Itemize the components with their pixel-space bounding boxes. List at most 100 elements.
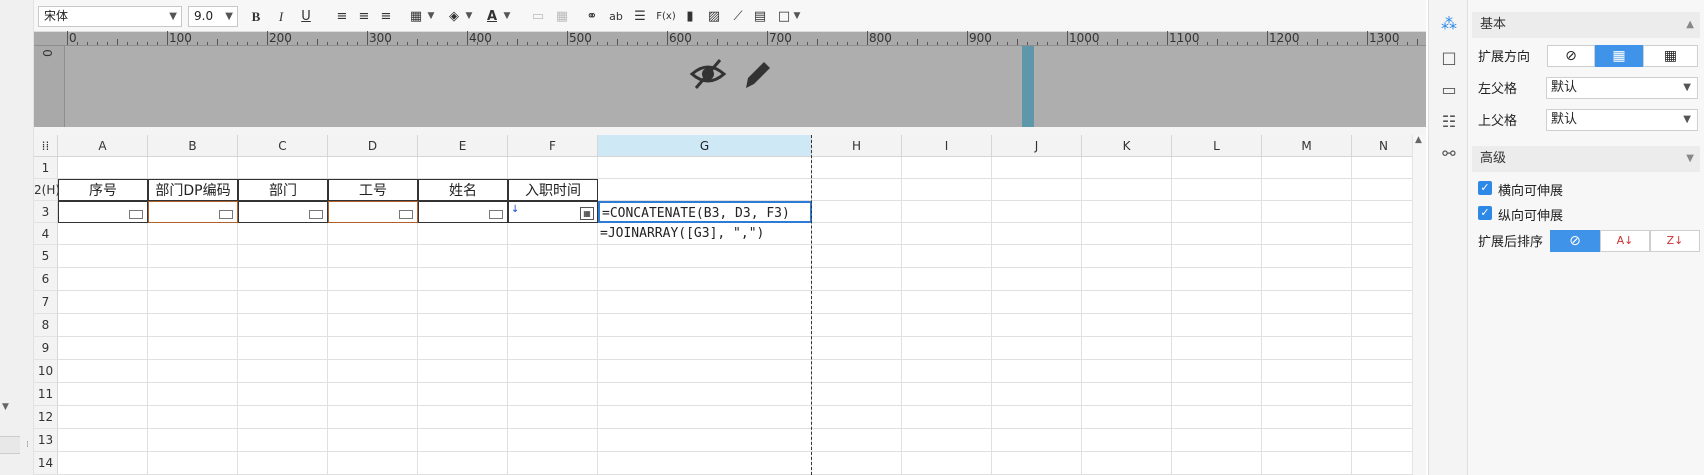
grid-cell[interactable] xyxy=(1352,268,1416,291)
grid-cell[interactable] xyxy=(812,201,902,223)
grid-cell[interactable] xyxy=(508,429,598,452)
grid-cell[interactable] xyxy=(1352,157,1416,179)
header-cell[interactable]: 部门DP编码 xyxy=(148,179,238,201)
column-header[interactable]: A xyxy=(58,135,148,157)
grid-cell[interactable] xyxy=(58,452,148,475)
chevron-down-icon[interactable]: ▼ xyxy=(464,6,474,27)
grid-cell[interactable] xyxy=(58,406,148,429)
grid-cell[interactable] xyxy=(508,452,598,475)
top-parent-select[interactable]: 默认 ▼ xyxy=(1546,109,1698,131)
grid-cell[interactable] xyxy=(1172,452,1262,475)
grid-cell[interactable] xyxy=(992,314,1082,337)
grid-cell[interactable] xyxy=(992,179,1082,201)
grid-cell[interactable] xyxy=(1262,383,1352,406)
data-cell[interactable] xyxy=(418,201,508,223)
text-tool-button[interactable]: ab xyxy=(606,6,626,27)
column-header[interactable]: J xyxy=(992,135,1082,157)
grid-cell[interactable] xyxy=(812,179,902,201)
italic-button[interactable]: I xyxy=(271,6,291,27)
formula-cell-g4[interactable]: =JOINARRAY([G3], ",") xyxy=(598,223,812,245)
border-icon[interactable]: ▦ xyxy=(406,6,426,27)
grid-cell[interactable] xyxy=(812,452,902,475)
grid-cell[interactable] xyxy=(812,223,902,245)
grid-cell[interactable] xyxy=(418,337,508,360)
row-header[interactable]: 9 xyxy=(34,337,58,360)
grid-cell[interactable] xyxy=(902,360,992,383)
chevron-down-icon[interactable]: ▼ xyxy=(792,6,802,27)
grid-cell[interactable] xyxy=(418,429,508,452)
grid-cell[interactable] xyxy=(1262,314,1352,337)
grid-cell[interactable] xyxy=(1082,157,1172,179)
grid-cell[interactable] xyxy=(508,223,598,245)
splitter-grip-icon[interactable]: ⁞ xyxy=(26,440,29,450)
grid-cell[interactable] xyxy=(1262,429,1352,452)
grid-cell[interactable] xyxy=(148,291,238,314)
grid-cell[interactable] xyxy=(812,337,902,360)
grid-cell[interactable] xyxy=(902,383,992,406)
grid-cell[interactable] xyxy=(148,223,238,245)
align-left-icon[interactable]: ≡ xyxy=(332,6,352,27)
grid-cell[interactable] xyxy=(1172,201,1262,223)
grid-cell[interactable] xyxy=(508,268,598,291)
grid-cell[interactable] xyxy=(1172,291,1262,314)
basic-section-header[interactable]: 基本 ▲ xyxy=(1472,12,1700,38)
grid-cell[interactable] xyxy=(902,157,992,179)
column-header[interactable]: D xyxy=(328,135,418,157)
grid-cell[interactable] xyxy=(598,337,812,360)
font-size-select[interactable]: 9.0 ▼ xyxy=(188,6,238,27)
data-cell[interactable] xyxy=(148,201,238,223)
grid-cell[interactable] xyxy=(1352,201,1416,223)
grid-cell[interactable] xyxy=(328,223,418,245)
grid-cell[interactable] xyxy=(1082,268,1172,291)
align-right-icon[interactable]: ≡ xyxy=(376,6,396,27)
row-header[interactable]: 7 xyxy=(34,291,58,314)
row-header[interactable]: 2(H) xyxy=(34,179,60,201)
slash-icon[interactable]: ⟋ xyxy=(728,6,748,27)
grid-cell[interactable] xyxy=(58,337,148,360)
vertical-scrollbar[interactable]: ▲ xyxy=(1412,135,1426,475)
grid-cell[interactable] xyxy=(58,223,148,245)
grid-cell[interactable] xyxy=(1082,223,1172,245)
grid-cell[interactable] xyxy=(812,360,902,383)
condition-icon[interactable]: ☷ xyxy=(1439,112,1459,132)
grid-cell[interactable] xyxy=(992,245,1082,268)
grid-cell[interactable] xyxy=(1262,337,1352,360)
grid-cell[interactable] xyxy=(328,245,418,268)
grid-cell[interactable] xyxy=(418,406,508,429)
grid-cell[interactable] xyxy=(992,201,1082,223)
chevron-down-icon[interactable]: ▼ xyxy=(502,6,512,27)
row-header[interactable]: 12 xyxy=(34,406,58,429)
column-header[interactable]: H xyxy=(812,135,902,157)
pencil-icon[interactable] xyxy=(738,54,778,94)
grid-cell[interactable] xyxy=(1352,452,1416,475)
grid-cell[interactable] xyxy=(812,245,902,268)
sort-none-button[interactable]: ⊘ xyxy=(1550,230,1600,252)
cell-attributes-icon[interactable]: ⁂ xyxy=(1439,14,1459,34)
image-icon[interactable]: ▨ xyxy=(704,6,724,27)
grid-cell[interactable] xyxy=(508,157,598,179)
grid-cell[interactable] xyxy=(418,291,508,314)
grid-cell[interactable] xyxy=(148,337,238,360)
collapse-arrow-icon[interactable]: ▼ xyxy=(2,402,9,412)
h-expand-checkbox[interactable]: ✓ xyxy=(1478,181,1492,195)
grid-cell[interactable] xyxy=(1262,179,1352,201)
bold-button[interactable]: B xyxy=(246,6,266,27)
grid-cell[interactable] xyxy=(58,360,148,383)
grid-cell[interactable] xyxy=(238,157,328,179)
grid-cell[interactable] xyxy=(148,245,238,268)
grid-cell[interactable] xyxy=(1262,268,1352,291)
grid-cell[interactable] xyxy=(238,314,328,337)
header-cell[interactable]: 姓名 xyxy=(418,179,508,201)
grid-cell[interactable] xyxy=(58,157,148,179)
grid-cell[interactable] xyxy=(598,360,812,383)
grid-cell[interactable] xyxy=(58,314,148,337)
grid-cell[interactable] xyxy=(902,179,992,201)
expand-vertical-button[interactable]: ▦ xyxy=(1595,45,1643,67)
grid-cell[interactable] xyxy=(992,337,1082,360)
advanced-section-header[interactable]: 高级 ▼ xyxy=(1472,146,1700,172)
grid-cell[interactable] xyxy=(58,429,148,452)
grid-cell[interactable] xyxy=(1262,452,1352,475)
grid-cell[interactable] xyxy=(1262,223,1352,245)
grid-cell[interactable] xyxy=(58,245,148,268)
grid-cell[interactable] xyxy=(812,383,902,406)
